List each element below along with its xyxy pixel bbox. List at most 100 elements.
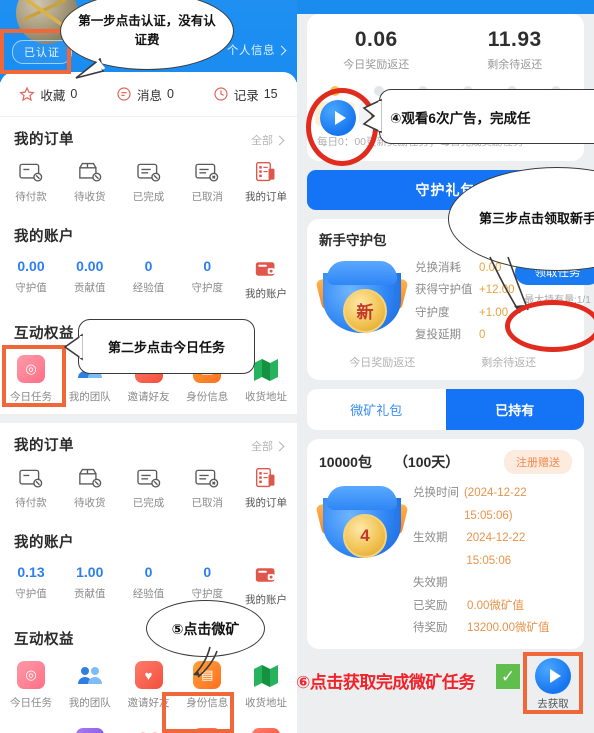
order-item-cancelled-2[interactable]: 已取消: [180, 467, 234, 510]
account-item-my-account-1[interactable]: 我的账户: [239, 258, 293, 301]
bag-top: [327, 260, 397, 285]
held-header: 10000包 （100天） 注册赠送: [307, 439, 584, 478]
order-item-completed-2[interactable]: 已完成: [122, 467, 176, 510]
order-item-pending-pay-2[interactable]: 待付款: [4, 467, 58, 510]
benefit-item-my-team-2[interactable]: 我的团队: [63, 661, 117, 710]
guard-gift-button[interactable]: 守护礼包: [307, 169, 584, 210]
task-glyph: ◎: [25, 667, 37, 682]
benefit-label-1-2: 邀请好友: [127, 391, 170, 403]
claim-task-button[interactable]: 领取任务: [514, 258, 594, 285]
held-val-3: 0.00微矿值: [467, 599, 524, 612]
invite-glyph: ♥: [144, 667, 153, 683]
account-item-experience-2[interactable]: 0 经验值: [122, 564, 176, 607]
account-item-guard-value-2[interactable]: 0.13 守护值: [4, 564, 58, 607]
orders-all-link-1[interactable]: 全部: [251, 132, 285, 148]
account-label-2-2: 经验值: [132, 588, 165, 600]
account-item-experience-1[interactable]: 0 经验值: [122, 258, 176, 301]
benefit-item-identity-1[interactable]: ▤ 身份信息: [180, 355, 234, 404]
team-icon: [76, 661, 104, 689]
partner-glyph: ▤: [76, 728, 104, 733]
benefit-item-city-partner[interactable]: ▤ 城市合伙: [63, 728, 117, 733]
order-item-my-orders-2[interactable]: 我的订单: [239, 467, 293, 510]
stat-records[interactable]: 记录 15: [213, 85, 278, 104]
benefits-grid-2-row2: 人工客服 ▤ 城市合伙 转赠 ♥ 微矿 ♥ 推荐好友: [0, 720, 297, 733]
account-item-my-account-2[interactable]: 我的账户: [239, 564, 293, 607]
step-4[interactable]: 4次: [447, 86, 488, 126]
team-icon: [76, 355, 104, 383]
benefit-item-address-1[interactable]: 收货地址: [239, 355, 293, 404]
orders-section-2: 我的订单 全部: [0, 423, 297, 455]
benefit-item-my-team-1[interactable]: 我的团队: [63, 355, 117, 404]
orders-header-1: 我的订单 全部: [14, 128, 285, 149]
card-pending-icon: [18, 161, 44, 183]
held-details: 兑换时间 (2024-12-22 15:05:06) 生效期 2024-12-22 …: [405, 478, 572, 639]
verified-badge[interactable]: 已认证: [12, 40, 72, 64]
order-item-pending-receive-1[interactable]: 待收货: [63, 161, 117, 204]
id-glyph: ▤: [201, 361, 214, 376]
account-item-contribution-1[interactable]: 0.00 贡献值: [63, 258, 117, 301]
held-body: 4 兑换时间 (2024-12-22 15:05:06) 生效期 2024-12-2…: [307, 478, 584, 649]
step-5[interactable]: 5次: [491, 86, 532, 126]
gift-tabs: 微矿礼包 已持有: [307, 389, 584, 431]
held-key-2: 失效期: [413, 577, 448, 590]
message-icon: [116, 86, 132, 102]
benefit-item-address-2[interactable]: 收货地址: [239, 661, 293, 710]
benefit-item-support[interactable]: 人工客服: [4, 728, 58, 733]
newbie-row-1: 获得守护值 +12.00: [415, 279, 515, 301]
benefit-item-invite-friend-1[interactable]: ♥ 邀请好友: [122, 355, 176, 404]
step-1[interactable]: 1次: [315, 86, 355, 126]
account-item-guard-degree-2[interactable]: 0 守护度: [180, 564, 234, 607]
tab-held[interactable]: 已持有: [445, 389, 584, 431]
newbie-pack-actions: 领取任务 最大持有量:1/1: [514, 253, 594, 306]
avatar[interactable]: [16, 0, 78, 44]
gift-transfer-icon: [135, 728, 163, 733]
benefit-label-1-1: 我的团队: [68, 391, 111, 403]
stat-favorites[interactable]: 收藏 0: [19, 85, 77, 104]
account-value-1-1: 0.00: [76, 258, 104, 274]
benefit-item-today-task-1[interactable]: ◎ 今日任务: [4, 355, 58, 404]
order-item-cancelled-1[interactable]: 已取消: [180, 161, 234, 204]
chevron-right-icon: [276, 45, 287, 55]
personal-info-link[interactable]: 个人信息: [227, 42, 287, 58]
order-item-pending-receive-2[interactable]: 待收货: [63, 467, 117, 510]
benefit-item-micro-mine[interactable]: ♥ 微矿: [180, 728, 234, 733]
account-item-guard-value-1[interactable]: 0.00 守护值: [4, 258, 58, 301]
account-label-2-3: 守护度: [191, 588, 224, 600]
account-value-2-1: 1.00: [76, 564, 104, 580]
dual-screenshot-container: 已认证 个人信息 收藏 0 消息 0 记录 15 我的订单 全部 待付款 待收货…: [0, 0, 594, 733]
benefit-item-transfer-gift[interactable]: 转赠: [122, 728, 176, 733]
stat-favorites-value: 0: [70, 87, 78, 101]
account-label-1-2: 经验值: [132, 282, 165, 294]
newbie-val-2: +1.00: [479, 306, 509, 319]
benefit-item-today-task-2[interactable]: ◎ 今日任务: [4, 661, 58, 710]
benefit-item-identity-2[interactable]: ▤ 身份信息: [180, 661, 234, 710]
account-item-guard-degree-1[interactable]: 0 守护度: [180, 258, 234, 301]
step-dot-4: [462, 86, 473, 96]
account-item-contribution-2[interactable]: 1.00 贡献值: [63, 564, 117, 607]
order-item-completed-1[interactable]: 已完成: [122, 161, 176, 204]
held-pack-card: 10000包 （100天） 注册赠送 4 兑换时间 (2024-12-22 15:…: [307, 439, 584, 650]
tab-micro-mine-gift[interactable]: 微矿礼包: [307, 389, 446, 430]
step-dot-6: [550, 86, 561, 96]
newbie-row-0: 兑换消耗 0.00: [415, 257, 515, 279]
benefit-item-invite-friend-2[interactable]: ♥ 邀请好友: [122, 661, 176, 710]
note-done-icon: [136, 467, 162, 489]
order-item-my-orders-1[interactable]: 我的订单: [239, 161, 293, 204]
invite-glyph: ♥: [144, 361, 153, 377]
account-label-2-0: 守护值: [15, 588, 47, 600]
orders-all-label-1: 全部: [251, 135, 273, 147]
account-label-1-3: 守护度: [191, 282, 224, 294]
orders-section-1: 我的订单 全部: [0, 117, 297, 149]
stat-messages[interactable]: 消息 0: [116, 85, 174, 104]
order-item-pending-pay-1[interactable]: 待付款: [4, 161, 58, 204]
step-2[interactable]: 2次: [359, 86, 400, 126]
step-3[interactable]: 3次: [403, 86, 444, 126]
newbie-key-2: 守护度: [415, 306, 450, 319]
benefit-item-recommend[interactable]: ♥ 推荐好友: [239, 728, 293, 733]
held-row-3: 已奖励 0.00微矿值: [413, 595, 572, 617]
orders-all-link-2[interactable]: 全部: [251, 438, 285, 454]
chevron-right-icon: [274, 441, 285, 451]
step-6[interactable]: 6次: [535, 86, 576, 126]
newbie-key-1: 获得守护值: [415, 284, 473, 297]
held-val-4: 13200.00微矿值: [467, 621, 550, 634]
